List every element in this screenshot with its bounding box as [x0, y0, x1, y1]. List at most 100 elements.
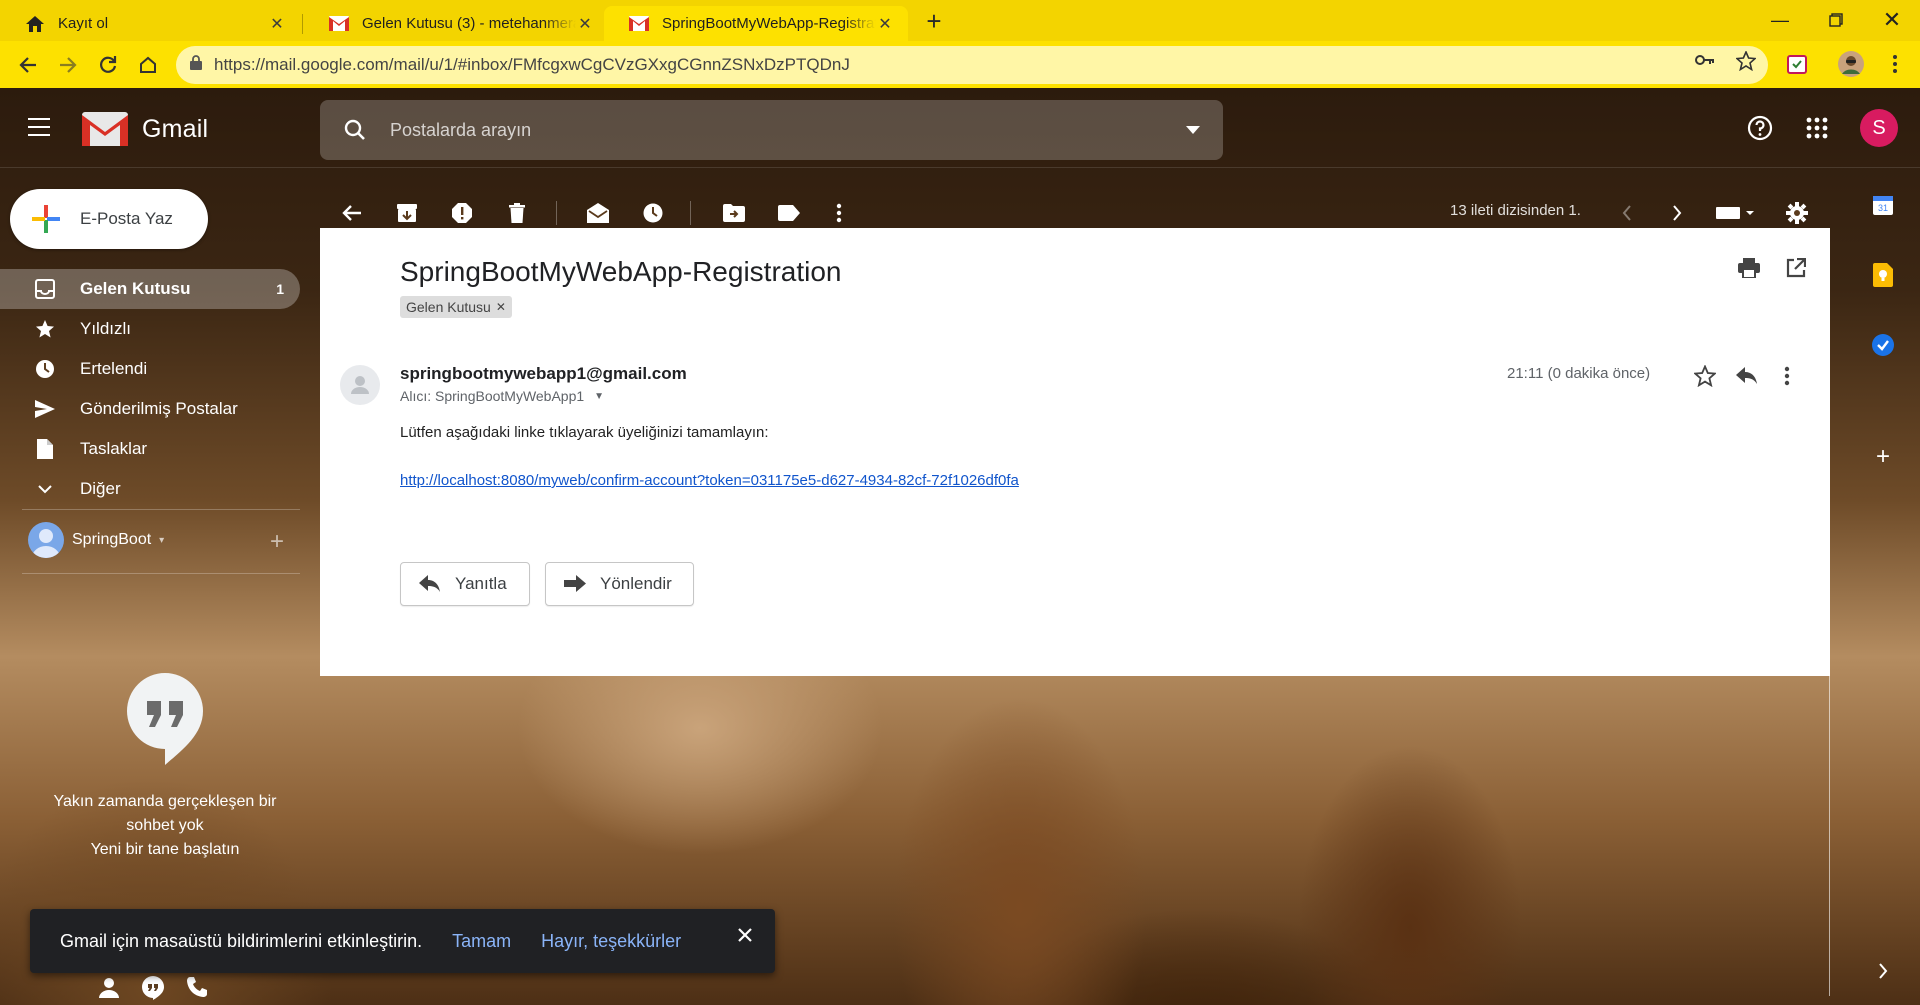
- sidebar-item-sent[interactable]: Gönderilmiş Postalar: [0, 389, 300, 429]
- browser-tab-inbox[interactable]: Gelen Kutusu (3) - metehanmeral ✕: [304, 6, 608, 41]
- key-icon[interactable]: [1695, 53, 1715, 72]
- close-tab-icon[interactable]: ✕: [876, 14, 894, 34]
- reply-button[interactable]: Yanıtla: [400, 562, 530, 606]
- chevron-down-icon: [33, 477, 57, 501]
- close-icon[interactable]: [737, 927, 753, 948]
- sender-email[interactable]: springbootmywebapp1@gmail.com: [400, 364, 687, 384]
- clock-icon: [33, 357, 57, 381]
- forward-icon[interactable]: [54, 51, 82, 79]
- input-tools-icon[interactable]: [1712, 199, 1760, 227]
- gmail-logo[interactable]: Gmail: [82, 112, 208, 146]
- sidebar-item-inbox[interactable]: Gelen Kutusu 1: [0, 269, 300, 309]
- sidebar-item-drafts[interactable]: Taslaklar: [0, 429, 300, 469]
- sidebar-item-label: Taslaklar: [80, 439, 148, 458]
- side-panel-divider: [1829, 676, 1830, 996]
- tasks-icon[interactable]: [1868, 330, 1898, 360]
- remove-label-icon[interactable]: ✕: [496, 300, 506, 314]
- sidebar-item-starred[interactable]: Yıldızlı: [0, 309, 300, 349]
- avatar: [28, 522, 64, 558]
- star-icon[interactable]: [1691, 362, 1719, 390]
- new-tab-button[interactable]: +: [918, 6, 950, 38]
- forward-icon: [564, 575, 586, 592]
- toolbar-divider: [556, 201, 557, 225]
- search-icon[interactable]: [320, 119, 390, 141]
- compose-button[interactable]: E-Posta Yaz: [10, 189, 208, 249]
- print-icon[interactable]: [1738, 258, 1760, 283]
- message-more-icon[interactable]: [1773, 362, 1801, 390]
- sidebar-divider: [22, 573, 300, 574]
- address-bar[interactable]: https://mail.google.com/mail/u/1/#inbox/…: [176, 46, 1768, 84]
- pagination-text: 13 ileti dizisinden 1.: [1450, 202, 1581, 219]
- move-to-icon[interactable]: [720, 199, 748, 227]
- profile-avatar[interactable]: [1836, 49, 1866, 79]
- browser-menu-icon[interactable]: [1880, 49, 1910, 79]
- sidebar-item-more[interactable]: Diğer: [0, 469, 300, 509]
- add-chat-icon[interactable]: +: [270, 528, 284, 556]
- close-tab-icon[interactable]: ✕: [576, 14, 594, 34]
- calendar-icon[interactable]: 31: [1868, 190, 1898, 220]
- hangouts-user[interactable]: SpringBoot ▾: [28, 522, 164, 558]
- email-view: SpringBootMyWebApp-Registration Gelen Ku…: [320, 228, 1830, 676]
- hangouts-chat-icon[interactable]: [142, 976, 164, 1005]
- sidebar-item-snoozed[interactable]: Ertelendi: [0, 349, 300, 389]
- search-input[interactable]: Postalarda arayın: [390, 120, 1163, 141]
- account-avatar[interactable]: S: [1860, 109, 1898, 147]
- label-icon[interactable]: [775, 199, 803, 227]
- apps-grid-icon[interactable]: [1797, 108, 1837, 148]
- bookmark-star-icon[interactable]: [1735, 49, 1757, 76]
- recipient-line[interactable]: Alıcı: SpringBootMyWebApp1 ▼: [400, 388, 604, 404]
- person-icon[interactable]: [98, 976, 120, 1005]
- back-to-inbox-icon[interactable]: [338, 199, 366, 227]
- back-icon[interactable]: [14, 51, 42, 79]
- caret-down-icon[interactable]: ▼: [594, 391, 604, 402]
- browser-tabbar: Kayıt ol ✕ Gelen Kutusu (3) - metehanmer…: [0, 0, 1920, 41]
- browser-tab-kayit[interactable]: Kayıt ol ✕: [0, 6, 300, 41]
- archive-icon[interactable]: [393, 199, 421, 227]
- help-icon[interactable]: [1740, 108, 1780, 148]
- snackbar-decline-button[interactable]: Hayır, teşekkürler: [541, 931, 681, 952]
- older-icon[interactable]: [1663, 199, 1691, 227]
- search-bar[interactable]: Postalarda arayın: [320, 100, 1223, 160]
- close-window-icon[interactable]: ✕: [1864, 0, 1920, 40]
- phone-icon[interactable]: [186, 976, 208, 1005]
- forward-label: Yönlendir: [600, 574, 672, 593]
- snackbar-message: Gmail için masaüstü bildirimlerini etkin…: [60, 930, 423, 951]
- reply-icon[interactable]: [1733, 362, 1761, 390]
- mark-unread-icon[interactable]: [584, 199, 612, 227]
- sidebar-item-label: Gönderilmiş Postalar: [80, 399, 238, 418]
- minimize-icon[interactable]: —: [1752, 0, 1808, 40]
- add-on-plus-icon[interactable]: +: [1868, 442, 1898, 472]
- notification-snackbar: Gmail için masaüstü bildirimlerini etkin…: [30, 909, 775, 973]
- email-time: 21:11 (0 dakika önce): [1507, 365, 1651, 382]
- browser-tab-active[interactable]: SpringBootMyWebApp-Registrat ✕: [604, 6, 908, 41]
- inbox-label-chip[interactable]: Gelen Kutusu ✕: [400, 296, 512, 318]
- report-spam-icon[interactable]: [448, 199, 476, 227]
- sender-avatar[interactable]: [340, 365, 380, 405]
- snooze-icon[interactable]: [639, 199, 667, 227]
- show-side-panel-icon[interactable]: [1868, 956, 1898, 986]
- hangouts-empty-line2[interactable]: Yeni bir tane başlatın: [30, 838, 300, 862]
- snackbar-accept-button[interactable]: Tamam: [452, 931, 511, 952]
- caret-down-icon[interactable]: ▾: [159, 535, 164, 546]
- tab-title: Gelen Kutusu (3) - metehanmeral: [362, 15, 576, 32]
- forward-button[interactable]: Yönlendir: [545, 562, 694, 606]
- header-divider: [0, 167, 1920, 168]
- close-tab-icon[interactable]: ✕: [268, 14, 286, 34]
- keep-icon[interactable]: [1868, 260, 1898, 290]
- reload-icon[interactable]: [94, 51, 122, 79]
- sidebar-item-label: Gelen Kutusu: [80, 279, 191, 298]
- extension-icon[interactable]: [1782, 49, 1812, 79]
- main-menu-icon[interactable]: [28, 118, 60, 140]
- send-icon: [33, 397, 57, 421]
- more-actions-icon[interactable]: [825, 199, 853, 227]
- delete-icon[interactable]: [503, 199, 531, 227]
- settings-gear-icon[interactable]: [1783, 199, 1811, 227]
- open-in-new-window-icon[interactable]: [1786, 257, 1807, 283]
- maximize-icon[interactable]: [1808, 0, 1864, 40]
- newer-icon[interactable]: [1613, 199, 1641, 227]
- tab-title: Kayıt ol: [58, 15, 109, 32]
- home-icon[interactable]: [134, 51, 162, 79]
- confirmation-link[interactable]: http://localhost:8080/myweb/confirm-acco…: [400, 472, 1019, 489]
- search-options-icon[interactable]: [1163, 126, 1223, 134]
- reply-label: Yanıtla: [455, 574, 507, 593]
